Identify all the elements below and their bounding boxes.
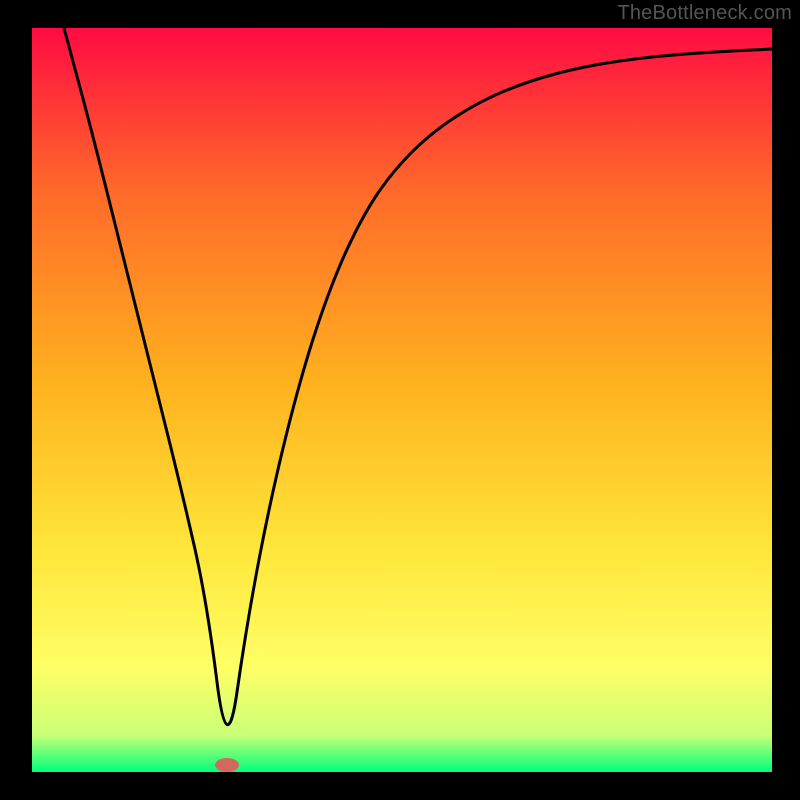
minimum-marker: [215, 758, 239, 772]
chart-frame: TheBottleneck.com: [0, 0, 800, 800]
curve-layer: [32, 28, 772, 772]
plot-area: [32, 28, 772, 772]
watermark-text: TheBottleneck.com: [617, 2, 792, 25]
bottleneck-curve: [64, 28, 772, 725]
